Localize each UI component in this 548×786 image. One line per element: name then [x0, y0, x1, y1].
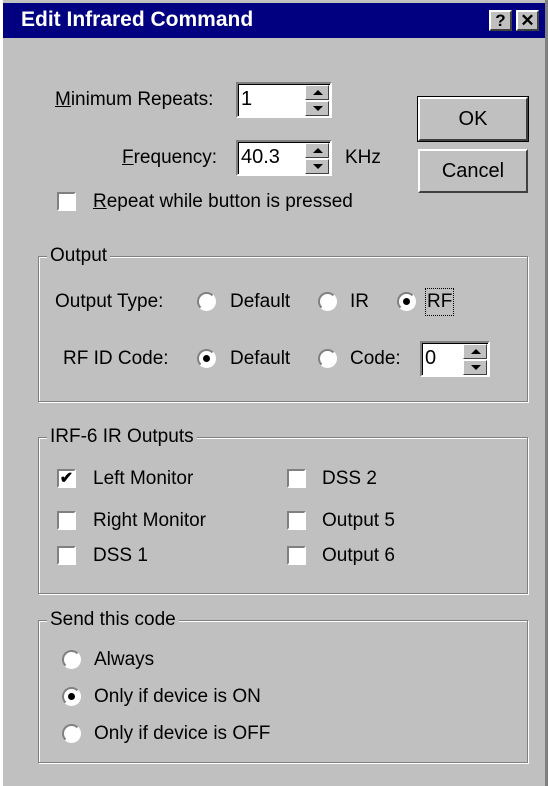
- rf-code-down-button[interactable]: [463, 360, 487, 375]
- output-type-rf-radio[interactable]: [397, 292, 416, 311]
- ok-button-label: OK: [458, 108, 488, 130]
- send-if-off-label[interactable]: Only if device is OFF: [94, 722, 270, 746]
- min-repeats-label-text: inimum Repeats:: [70, 89, 214, 110]
- send-if-off-radio[interactable]: [62, 724, 81, 743]
- min-repeats-up-button[interactable]: [305, 85, 329, 100]
- frequency-label: Frequency:: [122, 146, 217, 170]
- repeat-while-pressed-label[interactable]: Repeat while button is pressed: [93, 190, 353, 214]
- arrow-down-icon: [471, 365, 481, 370]
- rf-code-input[interactable]: 0: [425, 347, 436, 370]
- rf-id-code-label: RF ID Code:: [63, 348, 169, 369]
- min-repeats-mnemonic: M: [55, 89, 71, 110]
- send-always-radio[interactable]: [62, 650, 81, 669]
- left-monitor-checkbox[interactable]: ✔: [57, 469, 76, 488]
- arrow-up-icon: [313, 90, 323, 95]
- send-if-on-radio[interactable]: [62, 687, 81, 706]
- output-type-default-radio[interactable]: [197, 292, 216, 311]
- frequency-mnemonic: F: [122, 147, 134, 168]
- rf-id-code-option-label[interactable]: Code:: [350, 347, 401, 371]
- cancel-button-label: Cancel: [441, 160, 505, 182]
- rf-id-default-label[interactable]: Default: [230, 347, 290, 371]
- output5-label[interactable]: Output 5: [322, 509, 395, 533]
- right-monitor-label[interactable]: Right Monitor: [93, 509, 206, 533]
- left-monitor-label[interactable]: Left Monitor: [93, 467, 193, 491]
- frequency-up-button[interactable]: [305, 143, 329, 158]
- irf-outputs-group-title: IRF-6 IR Outputs: [47, 425, 197, 449]
- dss1-checkbox[interactable]: [57, 546, 76, 565]
- output-type-default-label[interactable]: Default: [230, 290, 290, 314]
- rf-code-up-button[interactable]: [463, 344, 487, 359]
- spinner-buttons: [463, 344, 487, 375]
- output5-checkbox[interactable]: [287, 511, 306, 530]
- min-repeats-label: Minimum Repeats:: [55, 88, 213, 112]
- rf-id-code-radio[interactable]: [318, 349, 337, 368]
- dss2-checkbox[interactable]: [287, 469, 306, 488]
- send-always-label[interactable]: Always: [94, 648, 154, 672]
- arrow-up-icon: [471, 349, 481, 354]
- spinner-buttons: [305, 143, 329, 174]
- cancel-button[interactable]: Cancel: [418, 149, 528, 193]
- frequency-down-button[interactable]: [305, 159, 329, 174]
- help-icon: ?: [495, 11, 506, 30]
- repeat-mnemonic: R: [93, 191, 107, 212]
- repeat-label-text: epeat while button is pressed: [106, 191, 353, 212]
- title-bar[interactable]: Edit Infrared Command ? ✕: [3, 3, 545, 38]
- close-icon: ✕: [520, 11, 535, 30]
- dss2-label[interactable]: DSS 2: [322, 467, 377, 491]
- arrow-down-icon: [313, 106, 323, 111]
- help-button[interactable]: ?: [489, 10, 512, 31]
- dss1-label[interactable]: DSS 1: [93, 544, 148, 568]
- output-type-ir-label[interactable]: IR: [350, 290, 369, 314]
- min-repeats-down-button[interactable]: [305, 101, 329, 116]
- right-monitor-checkbox[interactable]: [57, 511, 76, 530]
- frequency-input[interactable]: 40.3: [241, 146, 280, 169]
- frequency-unit: KHz: [345, 147, 381, 168]
- radio-selected-dot: [403, 298, 410, 305]
- output-type-ir-radio[interactable]: [318, 292, 337, 311]
- radio-selected-dot: [68, 693, 75, 700]
- output6-checkbox[interactable]: [287, 546, 306, 565]
- repeat-while-pressed-checkbox[interactable]: [57, 192, 76, 211]
- spinner-buttons: [305, 85, 329, 116]
- rf-code-spinner[interactable]: 0: [420, 341, 490, 377]
- window-border-left: [0, 0, 3, 786]
- min-repeats-input[interactable]: 1: [241, 88, 252, 111]
- ok-button[interactable]: OK: [417, 96, 529, 142]
- frequency-label-text: requency:: [133, 147, 218, 168]
- min-repeats-spinner[interactable]: 1: [236, 82, 332, 118]
- rf-id-default-radio[interactable]: [197, 349, 216, 368]
- arrow-down-icon: [313, 164, 323, 169]
- close-button[interactable]: ✕: [516, 10, 539, 31]
- window-title: Edit Infrared Command: [21, 8, 254, 31]
- radio-selected-dot: [203, 355, 210, 362]
- checkmark-icon: ✔: [59, 470, 74, 487]
- dialog-window: Edit Infrared Command ? ✕ Minimum Repeat…: [0, 0, 548, 786]
- output-type-rf-label[interactable]: RF: [424, 288, 455, 316]
- send-if-on-label[interactable]: Only if device is ON: [94, 685, 261, 709]
- output-group-title: Output: [47, 244, 111, 268]
- output-group: Output: [38, 244, 528, 402]
- output6-label[interactable]: Output 6: [322, 544, 395, 568]
- output-type-label: Output Type:: [55, 291, 164, 312]
- frequency-spinner[interactable]: 40.3: [236, 140, 332, 176]
- send-code-group-title: Send this code: [47, 608, 179, 632]
- arrow-up-icon: [313, 148, 323, 153]
